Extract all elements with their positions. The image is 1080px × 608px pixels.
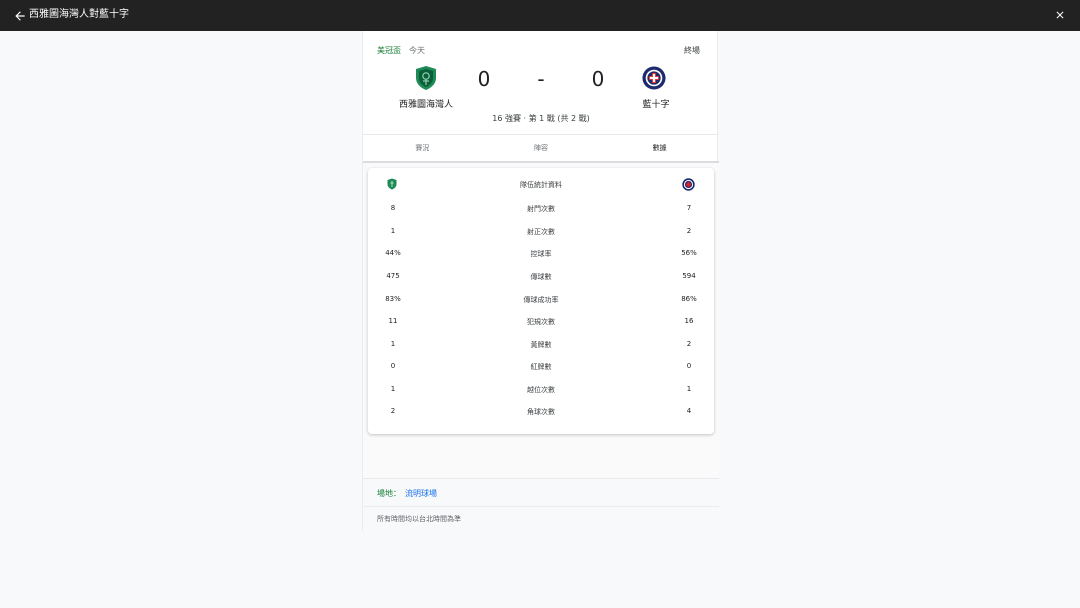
stats-header: 隊伍統計資料 [368, 178, 714, 192]
tab-stats[interactable]: 數據 [600, 135, 719, 161]
away-stat-value: 56% [681, 249, 697, 257]
arrow-left-icon[interactable] [13, 9, 27, 23]
stat-label: 控球率 [530, 250, 552, 258]
close-icon[interactable] [1054, 9, 1066, 21]
team-stats-card: 隊伍統計資料 8 射門次數 7 1 射正次數 2 44% 控球率 56% 475… [368, 168, 714, 434]
venue-row: 場地： 流明球場 [377, 488, 437, 499]
stat-row-shots-on-target: 1 射正次數 2 [368, 227, 714, 241]
page-title: 西雅圖海灣人對藍十字 [29, 9, 129, 20]
home-stat-value: 44% [385, 249, 401, 257]
stat-row-possession: 44% 控球率 56% [368, 249, 714, 263]
stat-row-yellow-cards: 1 黃牌數 2 [368, 340, 714, 354]
stat-row-offsides: 1 越位次數 1 [368, 385, 714, 399]
stat-label: 黃牌數 [530, 341, 552, 349]
stats-area: 隊伍統計資料 8 射門次數 7 1 射正次數 2 44% 控球率 56% 475… [363, 163, 719, 478]
timezone-note: 所有時間均以台北時間為準 [377, 515, 461, 523]
away-score: 0 [591, 67, 605, 91]
stat-label: 角球次數 [527, 408, 555, 416]
home-score: 0 [477, 67, 491, 91]
away-stat-value: 4 [686, 407, 692, 415]
home-team-name[interactable]: 西雅圖海灣人 [381, 97, 471, 110]
away-stat-value: 1 [686, 385, 692, 393]
seattle-sounders-logo-icon[interactable] [414, 65, 438, 91]
stat-row-corners: 2 角球次數 4 [368, 407, 714, 421]
match-status: 終場 [684, 46, 700, 55]
match-panel: 美冠盃 今天 終場 西雅圖海灣人 0 - 0 藍十字 16 強賽 · 第 1 戰… [362, 31, 719, 531]
away-stat-value: 7 [686, 204, 692, 212]
stat-row-shots: 8 射門次數 7 [368, 204, 714, 218]
stats-title: 隊伍統計資料 [520, 181, 562, 189]
away-stat-value: 86% [681, 295, 697, 303]
stat-row-passes: 475 傳球數 594 [368, 272, 714, 286]
home-stat-value: 8 [390, 204, 396, 212]
venue-label: 場地： [377, 489, 401, 498]
stat-label: 傳球數 [530, 273, 552, 281]
stat-row-red-cards: 0 紅牌數 0 [368, 362, 714, 376]
home-stat-value: 83% [385, 295, 401, 303]
match-date: 今天 [409, 46, 425, 55]
score-separator: - [537, 67, 545, 91]
home-stat-value: 1 [390, 385, 396, 393]
stat-row-pass-accuracy: 83% 傳球成功率 86% [368, 295, 714, 309]
home-stat-value: 11 [388, 317, 398, 325]
away-stat-value: 2 [686, 340, 692, 348]
league-link[interactable]: 美冠盃 [377, 45, 401, 56]
away-stat-value: 0 [686, 362, 692, 370]
away-stat-value: 16 [684, 317, 694, 325]
stat-row-fouls: 11 犯規次數 16 [368, 317, 714, 331]
home-stat-value: 475 [386, 272, 400, 280]
round-info: 16 強賽 · 第 1 戰 (共 2 戰) [492, 114, 590, 123]
away-stat-value: 2 [686, 227, 692, 235]
home-stat-value: 1 [390, 227, 396, 235]
stat-label: 傳球成功率 [523, 296, 559, 304]
home-stat-value: 2 [390, 407, 396, 415]
tab-summary[interactable]: 賽況 [363, 135, 482, 161]
top-app-bar: 西雅圖海灣人對藍十字 [0, 0, 1080, 31]
cruz-azul-logo-icon[interactable] [642, 65, 666, 91]
stat-label: 射正次數 [527, 228, 555, 236]
home-stat-value: 1 [390, 340, 396, 348]
away-team-name[interactable]: 藍十字 [611, 97, 701, 110]
stat-label: 越位次數 [527, 386, 555, 394]
match-tabs: 賽況 陣容 數據 [363, 134, 719, 163]
away-stat-value: 594 [682, 272, 696, 280]
tab-lineups[interactable]: 陣容 [482, 135, 601, 161]
home-stat-value: 0 [390, 362, 396, 370]
venue-link[interactable]: 流明球場 [405, 489, 437, 498]
stat-label: 紅牌數 [530, 363, 552, 371]
away-team-small-logo-icon [682, 178, 695, 191]
venue-section: 場地： 流明球場 所有時間均以台北時間為準 [363, 478, 719, 531]
stat-label: 犯規次數 [527, 318, 555, 326]
stat-label: 射門次數 [527, 205, 555, 213]
divider [363, 506, 719, 507]
